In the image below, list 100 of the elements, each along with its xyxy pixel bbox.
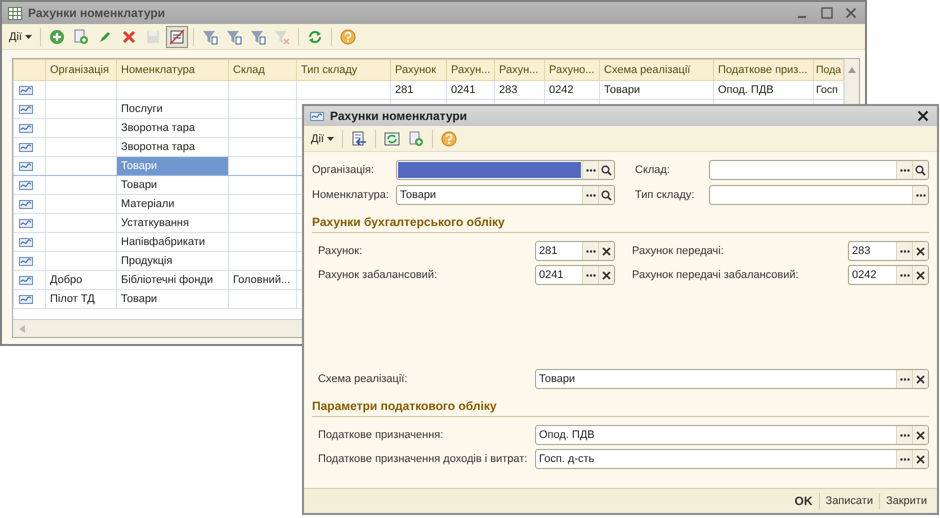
- choose-button[interactable]: [896, 450, 912, 468]
- clear-button[interactable]: [912, 266, 928, 284]
- caret-icon: [326, 136, 334, 140]
- table-cell: Устаткування: [121, 217, 189, 229]
- record-icon: [310, 112, 324, 120]
- column-header[interactable]: Схема реалізації: [600, 60, 714, 80]
- funnel-icon: [202, 28, 218, 44]
- table-cell: Товари: [604, 84, 640, 96]
- clear-button[interactable]: [912, 242, 928, 260]
- input-field[interactable]: 283: [848, 241, 929, 261]
- choose-button[interactable]: [582, 242, 598, 260]
- cross-icon: [916, 430, 925, 440]
- column-header[interactable]: Номенклатура: [116, 60, 228, 80]
- save-button[interactable]: Записати: [820, 493, 879, 509]
- table-cell: Матеріали: [121, 198, 174, 210]
- input-field[interactable]: Госп. д-сть: [535, 449, 929, 469]
- column-header[interactable]: Рахун...: [494, 60, 544, 80]
- clear-button[interactable]: [598, 266, 614, 284]
- section-heading: Параметри податкового обліку: [312, 399, 929, 417]
- record-icon: [19, 86, 33, 94]
- input-field[interactable]: 281: [535, 241, 615, 261]
- dots-icon: [900, 434, 910, 436]
- field-label: Номенклатура:: [312, 189, 390, 201]
- input-field[interactable]: Товари: [396, 185, 615, 205]
- input-field[interactable]: Опод. ПДВ: [535, 425, 929, 445]
- table-cell: Головний...: [233, 274, 290, 286]
- clear-button[interactable]: [912, 450, 928, 468]
- column-header[interactable]: Склад: [228, 60, 296, 80]
- choose-button[interactable]: [896, 266, 912, 284]
- record-icon: [19, 104, 33, 114]
- caret-icon: [24, 34, 32, 38]
- window-title: Рахунки номенклатури: [330, 109, 468, 123]
- ok-button[interactable]: OK: [788, 492, 819, 510]
- input-field[interactable]: [396, 160, 615, 180]
- dots-icon: [586, 274, 596, 276]
- input-field[interactable]: Товари: [535, 369, 929, 389]
- clear-button[interactable]: [912, 370, 928, 388]
- search-button[interactable]: [912, 161, 928, 179]
- section-heading: Рахунки бухгалтерського обліку: [312, 215, 929, 233]
- record-icon: [19, 256, 33, 266]
- dots-icon: [586, 194, 596, 196]
- column-header[interactable]: Рахун...: [446, 60, 494, 80]
- clear-button[interactable]: [598, 242, 614, 260]
- column-header[interactable]: Пода: [814, 60, 844, 80]
- input-field[interactable]: [709, 185, 929, 205]
- toggle-button[interactable]: [166, 26, 188, 48]
- table-cell: Продукція: [121, 255, 172, 267]
- dots-icon: [900, 458, 910, 460]
- choose-button[interactable]: [912, 186, 928, 204]
- table-cell: Товари: [121, 293, 158, 305]
- dots-icon: [586, 168, 596, 172]
- choose-button[interactable]: [896, 370, 912, 388]
- search-button[interactable]: [598, 186, 614, 204]
- cross-icon: [916, 374, 925, 384]
- record-icon: [19, 162, 33, 170]
- input-field[interactable]: 0242: [848, 265, 929, 285]
- dots-icon: [900, 378, 910, 380]
- column-header[interactable]: Рахуно...: [544, 60, 600, 80]
- actions-menu[interactable]: Дії: [6, 28, 35, 44]
- table-cell: 0242: [549, 84, 574, 96]
- choose-button[interactable]: [582, 161, 598, 179]
- record-icon: [19, 238, 33, 246]
- choose-button[interactable]: [896, 161, 912, 179]
- input-field[interactable]: [709, 160, 929, 180]
- actions-menu[interactable]: Дії: [308, 130, 337, 146]
- column-header[interactable]: Організація: [46, 60, 116, 80]
- close-icon[interactable]: [917, 110, 929, 122]
- search-icon: [915, 164, 926, 176]
- search-icon: [601, 164, 612, 176]
- table-cell: 0241: [451, 84, 476, 96]
- table-cell: Товари: [121, 179, 158, 191]
- refresh-icon: [306, 28, 323, 44]
- table-cell: Добро: [50, 274, 82, 286]
- record-icon: [19, 276, 33, 284]
- plus-icon: [48, 28, 65, 44]
- column-header[interactable]: Рахунок: [390, 60, 446, 80]
- field-label: Податкове призначення:: [318, 429, 444, 441]
- clear-button[interactable]: [912, 426, 928, 444]
- choose-button[interactable]: [896, 426, 912, 444]
- choose-button[interactable]: [582, 186, 598, 204]
- record-icon: [19, 124, 33, 132]
- table-cell: Напівфабрикати: [121, 236, 206, 248]
- choose-button[interactable]: [896, 242, 912, 260]
- table-cell: Зворотна тара: [121, 122, 196, 134]
- table-cell: Послуги: [121, 103, 163, 115]
- search-icon: [601, 190, 612, 200]
- dots-icon: [900, 250, 910, 252]
- crossed-list-icon: [168, 28, 185, 44]
- field-label: Схема реалізації:: [318, 373, 408, 385]
- close-button[interactable]: Закрити: [880, 493, 933, 509]
- column-header[interactable]: Тип складу: [296, 60, 390, 80]
- column-header[interactable]: Податкове приз...: [714, 60, 814, 80]
- document-plus-icon: [72, 28, 89, 44]
- input-field[interactable]: 0241: [535, 265, 615, 285]
- table-cell: Бібліотечні фонди: [121, 274, 213, 286]
- maximize-icon[interactable]: [821, 7, 833, 19]
- search-button[interactable]: [598, 161, 614, 179]
- field-label: Податкове призначення доходів і витрат:: [318, 453, 528, 465]
- choose-button[interactable]: [582, 266, 598, 284]
- cross-icon: [120, 28, 137, 44]
